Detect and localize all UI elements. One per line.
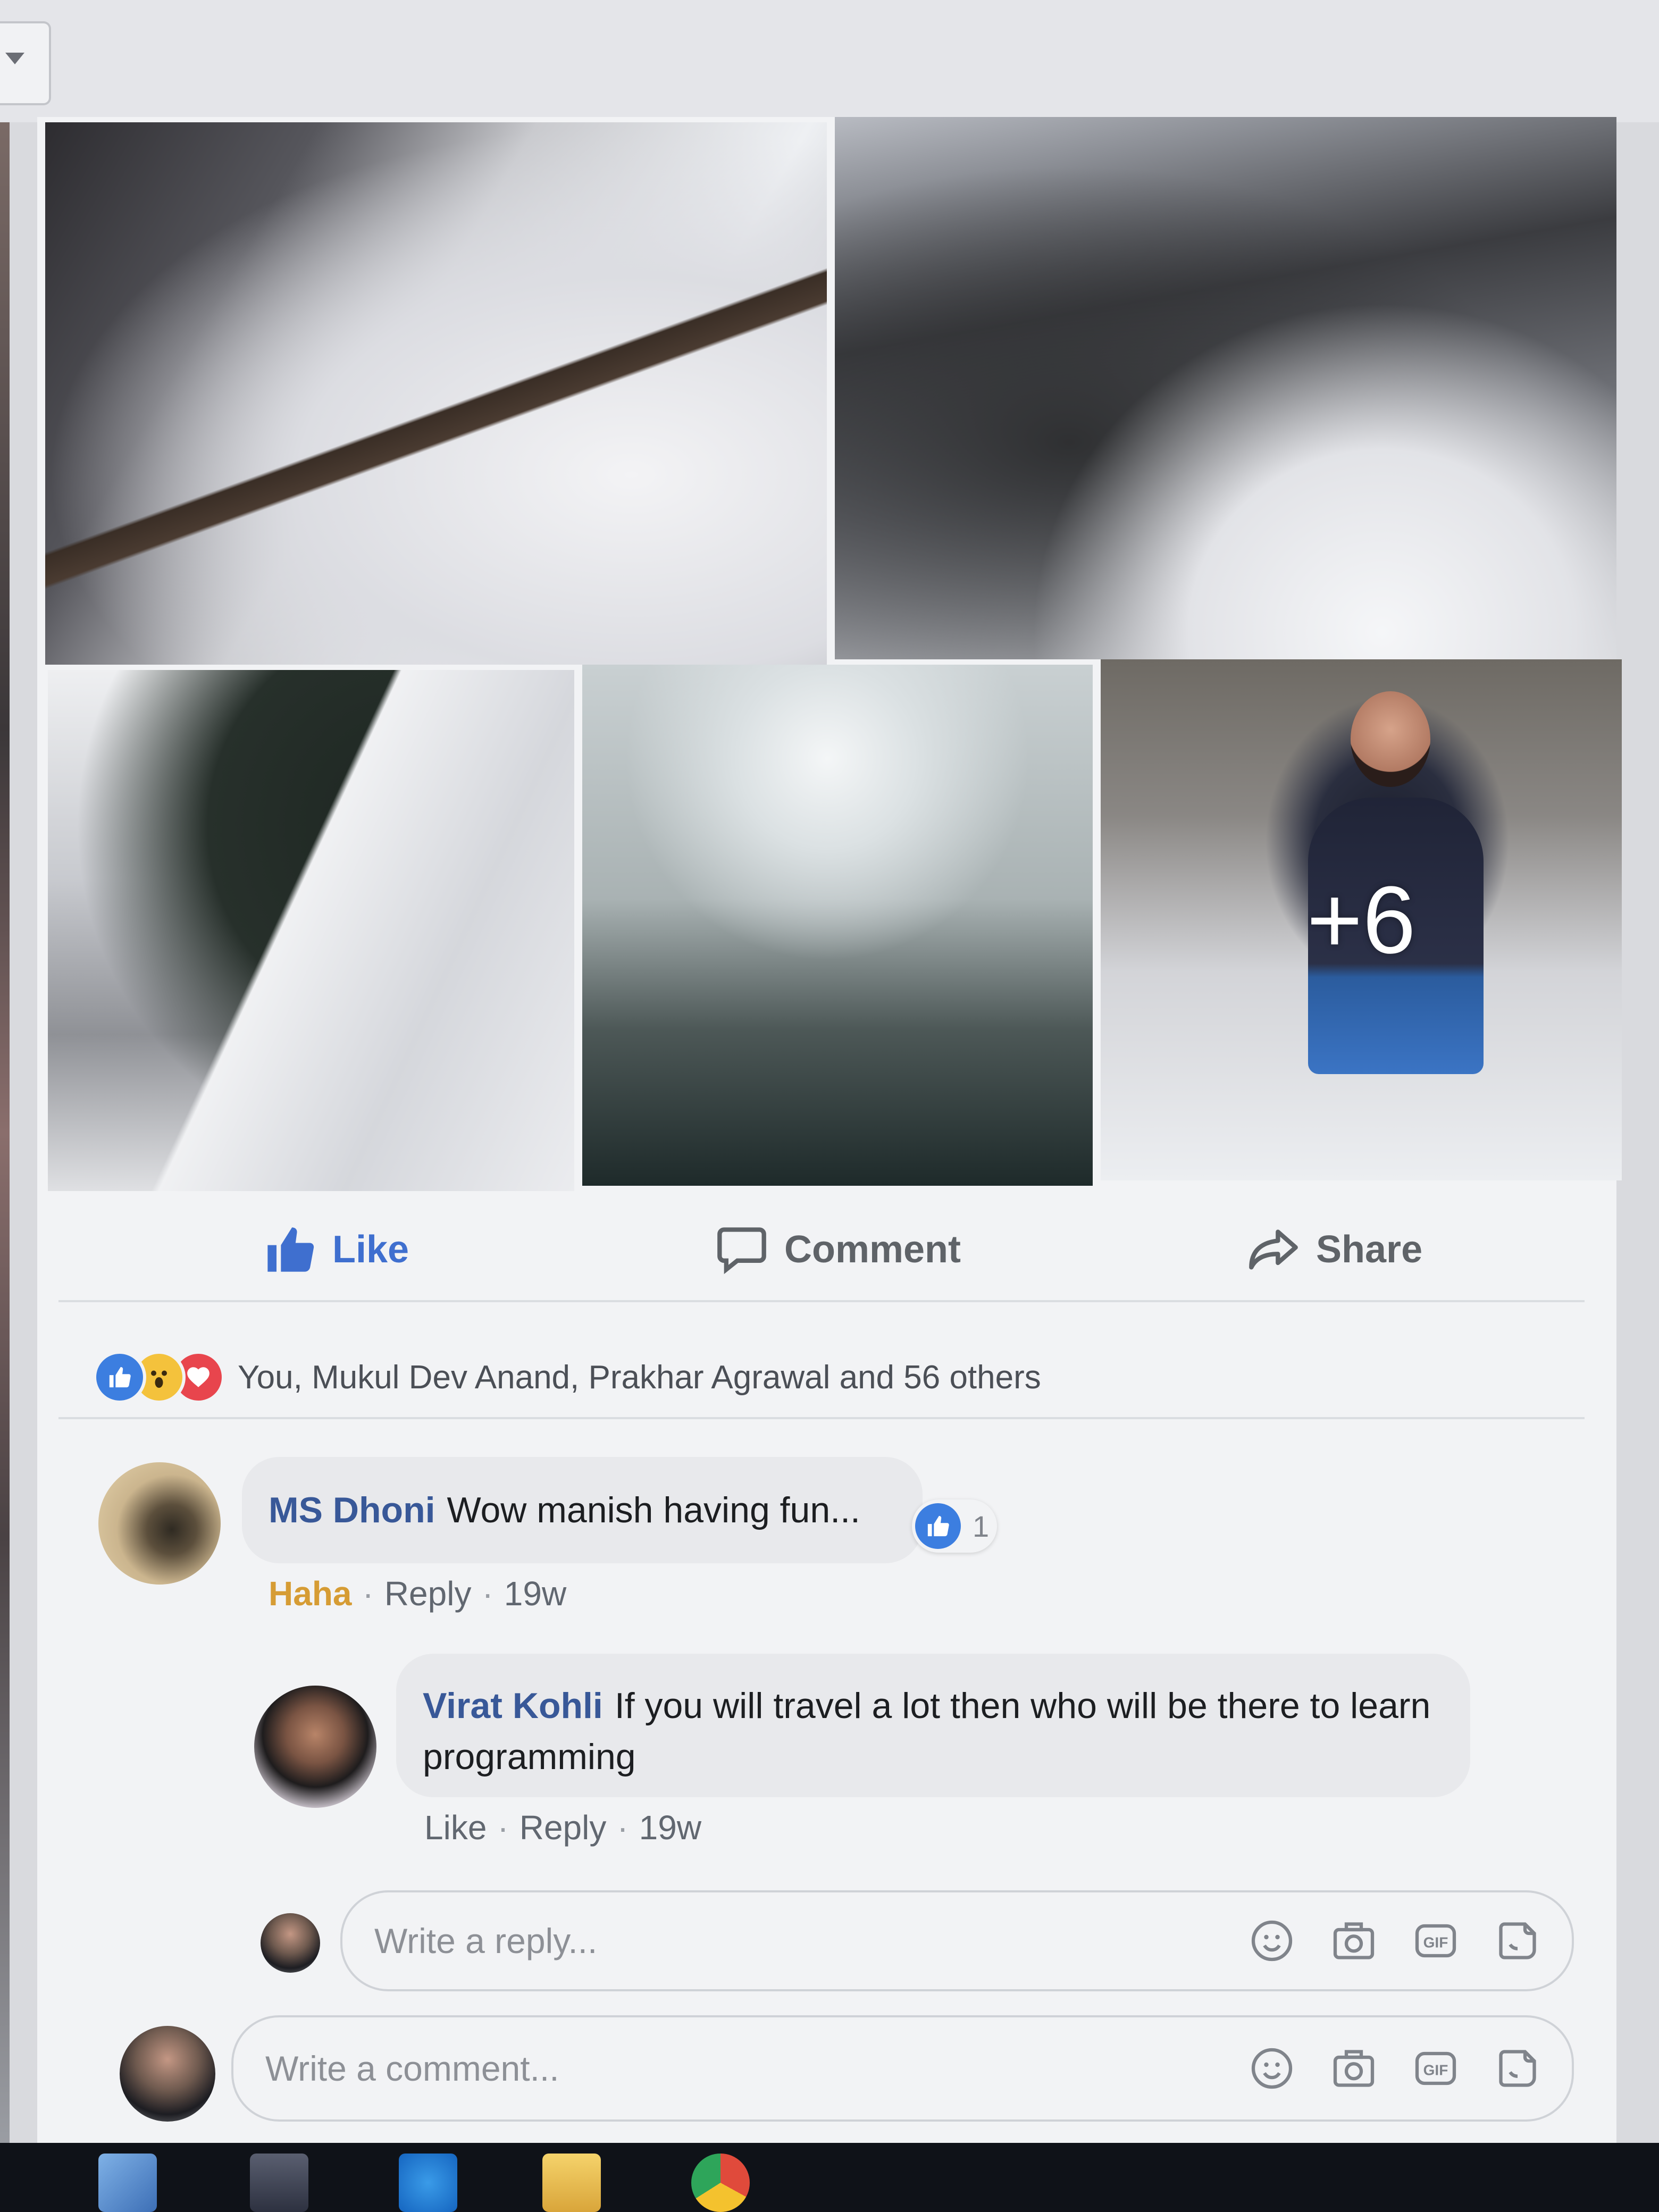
avatar: [261, 1913, 320, 1973]
comment-meta: Like · Reply · 19w: [424, 1808, 701, 1847]
sticker-icon[interactable]: [1495, 2046, 1540, 2091]
chrome-browser-icon[interactable]: [691, 2154, 750, 2212]
avatar: [120, 2026, 215, 2122]
edge-browser-icon[interactable]: [399, 2154, 457, 2212]
left-sidebar-edge: [0, 122, 10, 2143]
3d-viewer-icon[interactable]: [98, 2154, 157, 2212]
sticker-icon[interactable]: [1495, 1918, 1540, 1963]
comment-bubble: Virat Kohli If you will travel a lot then…: [396, 1654, 1470, 1797]
comment-label: Comment: [784, 1228, 961, 1271]
comment-author[interactable]: Virat Kohli: [423, 1686, 603, 1726]
reaction-summary-text: You, Mukul Dev Anand, Prakhar Agrawal an…: [238, 1359, 1041, 1396]
foggy-valley-photo[interactable]: [582, 665, 1093, 1186]
meta-separator: ·: [617, 1808, 629, 1847]
comment-button[interactable]: Comment: [715, 1218, 961, 1281]
like-reaction-icon: [93, 1351, 146, 1404]
meta-separator: ·: [362, 1574, 374, 1613]
like-button[interactable]: Like: [263, 1218, 409, 1281]
avatar[interactable]: [254, 1686, 376, 1808]
reaction-button[interactable]: Haha: [269, 1574, 352, 1613]
comment-meta: Haha · Reply · 19w: [269, 1574, 566, 1613]
like-button[interactable]: Like: [424, 1808, 487, 1847]
chevron-down-icon: [5, 53, 24, 64]
thumbs-up-icon: [267, 1227, 314, 1272]
camera-icon[interactable]: [1331, 2046, 1376, 2091]
comment-author[interactable]: MS Dhoni: [269, 1489, 435, 1531]
snowy-road-photo[interactable]: [48, 670, 574, 1191]
share-arrow-icon: [1249, 1229, 1298, 1270]
keyboard-app-icon[interactable]: [250, 2154, 308, 2212]
share-label: Share: [1316, 1228, 1423, 1271]
emoji-icon[interactable]: [1250, 2046, 1294, 2091]
reactions-summary[interactable]: You, Mukul Dev Anand, Prakhar Agrawal an…: [93, 1351, 1041, 1404]
reply-input[interactable]: Write a reply... GIF: [340, 1890, 1574, 1991]
meta-separator: ·: [482, 1574, 493, 1613]
svg-text:GIF: GIF: [1423, 1934, 1448, 1950]
snowy-trail-photo[interactable]: [45, 122, 827, 665]
person-in-snow-photo[interactable]: +6: [1101, 659, 1622, 1180]
like-count-value: 1: [973, 1509, 990, 1543]
svg-text:GIF: GIF: [1423, 2062, 1448, 2078]
like-label: Like: [332, 1228, 409, 1271]
gif-icon[interactable]: GIF: [1413, 1918, 1458, 1963]
browser-top-area: [0, 0, 1659, 122]
gif-icon[interactable]: GIF: [1413, 2046, 1458, 2091]
like-reaction-icon: [915, 1503, 961, 1549]
reactions-divider: [58, 1417, 1585, 1419]
composer-icons: GIF: [1212, 1918, 1540, 1963]
share-button[interactable]: Share: [1247, 1218, 1422, 1281]
reply-button[interactable]: Reply: [384, 1574, 472, 1613]
more-photos-count: +6: [1306, 866, 1416, 974]
taskbar: [0, 2143, 1659, 2212]
reply-placeholder: Write a reply...: [374, 1921, 598, 1960]
emoji-icon[interactable]: [1250, 1918, 1294, 1963]
comment-placeholder: Write a comment...: [265, 2049, 559, 2088]
composer-icons: GIF: [1212, 2046, 1540, 2091]
comment-age[interactable]: 19w: [639, 1808, 701, 1847]
avatar[interactable]: [98, 1462, 221, 1585]
comment-like-count[interactable]: 1: [912, 1499, 997, 1553]
dropdown-button[interactable]: [0, 21, 51, 105]
reply-button[interactable]: Reply: [520, 1808, 607, 1847]
comment-input[interactable]: Write a comment... GIF: [231, 2015, 1574, 2122]
snowy-hillside-photo[interactable]: [835, 117, 1616, 659]
meta-separator: ·: [497, 1808, 509, 1847]
file-explorer-icon[interactable]: [542, 2154, 601, 2212]
comment-bubble-icon: [717, 1227, 766, 1275]
action-divider: [58, 1300, 1585, 1302]
comment-text: Wow manish having fun...: [447, 1490, 860, 1530]
comment-age[interactable]: 19w: [504, 1574, 566, 1613]
comment-bubble: MS Dhoni Wow manish having fun...: [242, 1457, 923, 1563]
camera-icon[interactable]: [1331, 1918, 1376, 1963]
